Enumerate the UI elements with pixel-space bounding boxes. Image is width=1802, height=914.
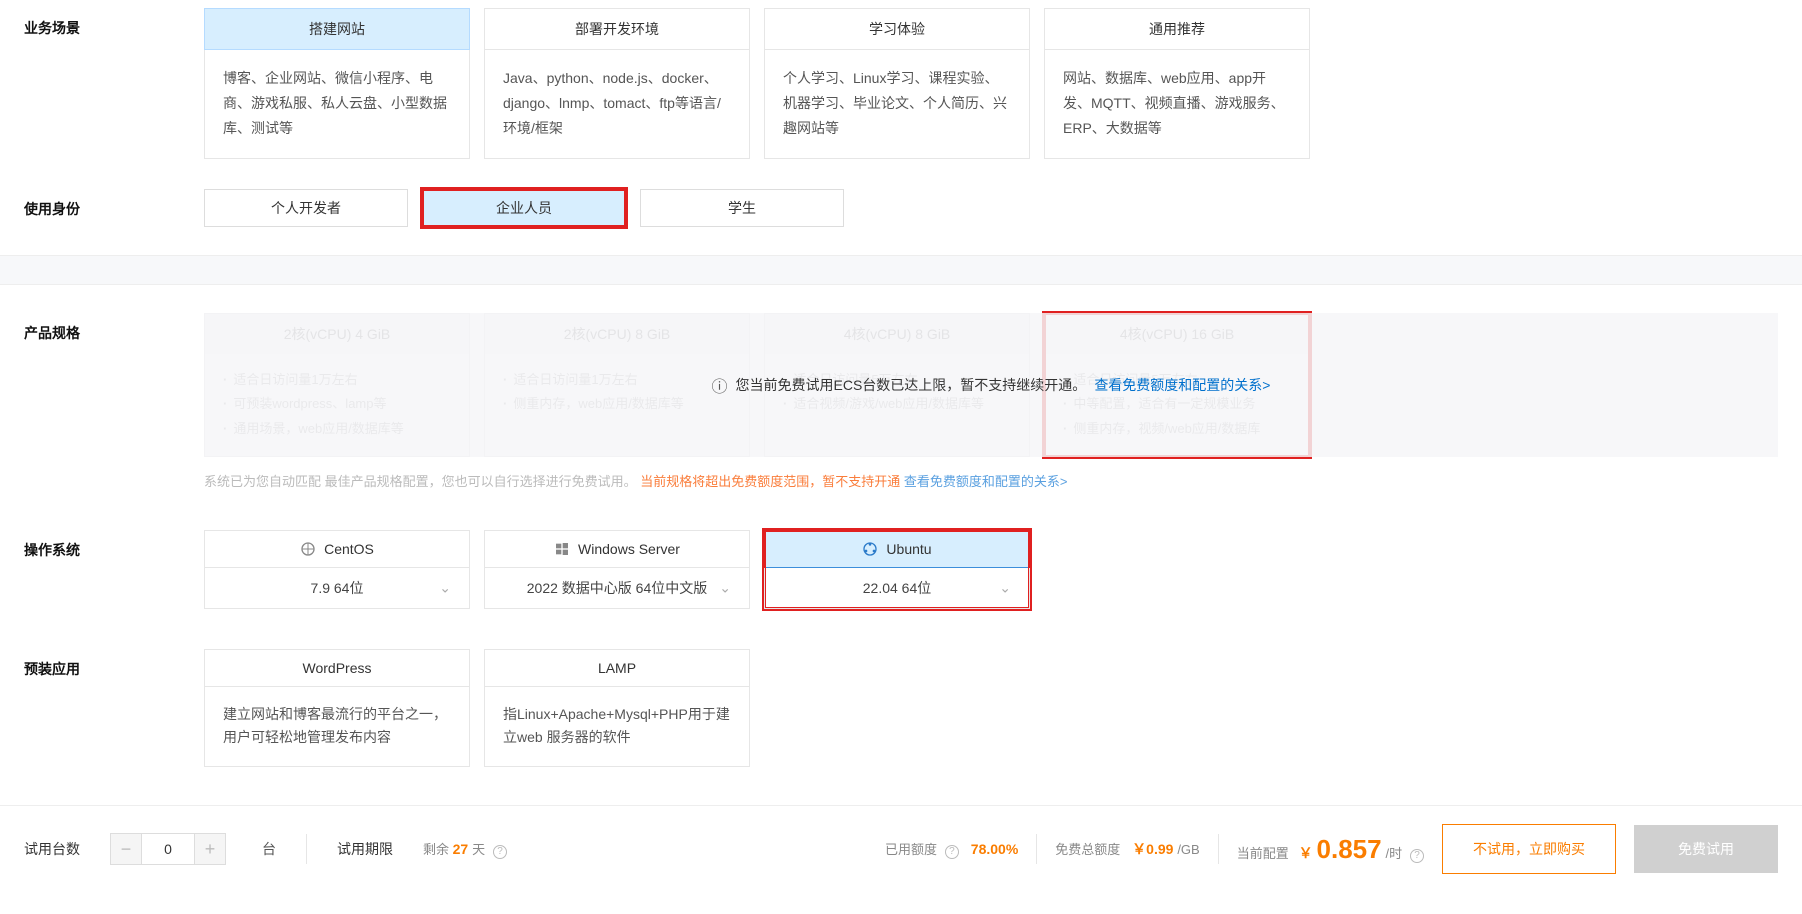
scenario-general-title: 通用推荐 <box>1044 8 1310 50</box>
trial-count-label: 试用台数 <box>24 839 80 859</box>
chevron-down-icon: ⌄ <box>719 579 731 596</box>
windows-icon <box>554 541 570 557</box>
footer-bar: 试用台数 − 0 + 台 试用期限 剩余 27 天 ? 已用额度 ? 78.00… <box>0 805 1802 914</box>
price-unit: /时 <box>1385 846 1402 861</box>
remain-days: 27 <box>453 841 469 857</box>
scenario-dev-title: 部署开发环境 <box>484 8 750 50</box>
os-windows[interactable]: Windows Server 2022 数据中心版 64位中文版 ⌄ <box>484 530 750 609</box>
app-wordpress-desc: 建立网站和博客最流行的平台之一，用户可轻松地管理发布内容 <box>204 687 470 768</box>
os-windows-version: 2022 数据中心版 64位中文版 <box>527 580 708 596</box>
used-label: 已用额度 <box>885 842 937 857</box>
section-divider <box>0 255 1802 285</box>
app-lamp-name: LAMP <box>484 649 750 687</box>
trial-count-stepper[interactable]: − 0 + <box>110 833 226 865</box>
os-ubuntu[interactable]: Ubuntu 22.04 64位 ⌄ <box>764 530 1030 609</box>
scenario-dev-desc: Java、python、node.js、docker、django、lnmp、t… <box>484 50 750 159</box>
stepper-minus[interactable]: − <box>110 833 142 865</box>
os-ubuntu-version: 22.04 64位 <box>863 580 932 596</box>
chevron-down-icon: ⌄ <box>439 579 451 596</box>
stepper-value: 0 <box>142 833 194 865</box>
spec-hint-link[interactable]: 查看免费额度和配置的关系> <box>904 474 1068 489</box>
overlay-link[interactable]: 查看免费额度和配置的关系> <box>1094 375 1270 395</box>
scenario-site-title: 搭建网站 <box>204 8 470 50</box>
help-icon[interactable]: ? <box>1410 849 1424 863</box>
centos-icon <box>300 541 316 557</box>
current-label: 当前配置 <box>1237 846 1289 861</box>
os-centos-version-select[interactable]: 7.9 64位 ⌄ <box>204 568 470 609</box>
scenario-general[interactable]: 通用推荐 网站、数据库、web应用、app开发、MQTT、视频直播、游戏服务、E… <box>1044 8 1310 159</box>
ubuntu-icon <box>862 541 878 557</box>
v-divider <box>306 834 307 864</box>
spec-hint-warn: 当前规格将超出免费额度范围，暂不支持开通 <box>640 474 904 489</box>
chevron-down-icon: ⌄ <box>999 579 1011 596</box>
scenario-learn-title: 学习体验 <box>764 8 1030 50</box>
identity-student[interactable]: 学生 <box>640 189 844 227</box>
yen-sign: ￥ <box>1299 845 1313 861</box>
os-windows-version-select[interactable]: 2022 数据中心版 64位中文版 ⌄ <box>484 568 750 609</box>
identity-personal[interactable]: 个人开发者 <box>204 189 408 227</box>
v-divider <box>1036 834 1037 864</box>
remain-pre: 剩余 <box>423 842 453 857</box>
free-trial-button[interactable]: 免费试用 <box>1634 825 1778 873</box>
spec-hint: 系统已为您自动匹配 最佳产品规格配置，您也可以自行选择进行免费试用。 当前规格将… <box>204 471 1778 490</box>
total-label: 免费总额度 <box>1055 842 1120 857</box>
help-icon[interactable]: ? <box>493 845 507 859</box>
trial-count-unit: 台 <box>262 839 276 859</box>
os-centos[interactable]: CentOS 7.9 64位 ⌄ <box>204 530 470 609</box>
info-icon: ⓘ <box>712 373 728 397</box>
label-os: 操作系统 <box>24 530 204 609</box>
trial-period-label: 试用期限 <box>337 839 393 859</box>
current-price: 0.857 <box>1317 834 1382 864</box>
total-price: ￥0.99 <box>1132 841 1173 857</box>
app-lamp[interactable]: LAMP 指Linux+Apache+Mysql+PHP用于建立web 服务器的… <box>484 649 750 768</box>
scenario-learn-desc: 个人学习、Linux学习、课程实验、机器学习、毕业论文、个人简历、兴趣网站等 <box>764 50 1030 159</box>
scenario-learn[interactable]: 学习体验 个人学习、Linux学习、课程实验、机器学习、毕业论文、个人简历、兴趣… <box>764 8 1030 159</box>
buy-now-button[interactable]: 不试用，立即购买 <box>1442 824 1616 874</box>
app-lamp-desc: 指Linux+Apache+Mysql+PHP用于建立web 服务器的软件 <box>484 687 750 768</box>
spec-disabled-overlay: ⓘ 您当前免费试用ECS台数已达上限，暂不支持继续开通。 查看免费额度和配置的关… <box>204 313 1778 457</box>
app-wordpress[interactable]: WordPress 建立网站和博客最流行的平台之一，用户可轻松地管理发布内容 <box>204 649 470 768</box>
os-windows-name: Windows Server <box>578 541 680 557</box>
scenario-dev[interactable]: 部署开发环境 Java、python、node.js、docker、django… <box>484 8 750 159</box>
label-preinstall: 预装应用 <box>24 649 204 768</box>
stepper-plus[interactable]: + <box>194 833 226 865</box>
spec-hint-a: 系统已为您自动匹配 最佳产品规格配置，您也可以自行选择进行免费试用。 <box>204 474 637 489</box>
identity-enterprise[interactable]: 企业人员 <box>422 189 626 227</box>
scenario-site[interactable]: 搭建网站 博客、企业网站、微信小程序、电商、游戏私服、私人云盘、小型数据库、测试… <box>204 8 470 159</box>
used-percent: 78.00% <box>971 841 1018 857</box>
total-unit: /GB <box>1177 842 1199 857</box>
scenario-site-desc: 博客、企业网站、微信小程序、电商、游戏私服、私人云盘、小型数据库、测试等 <box>204 50 470 159</box>
app-wordpress-name: WordPress <box>204 649 470 687</box>
label-scenario: 业务场景 <box>24 8 204 159</box>
help-icon[interactable]: ? <box>945 845 959 859</box>
scenario-general-desc: 网站、数据库、web应用、app开发、MQTT、视频直播、游戏服务、ERP、大数… <box>1044 50 1310 159</box>
v-divider <box>1218 834 1219 864</box>
os-ubuntu-name: Ubuntu <box>886 541 931 557</box>
overlay-message: 您当前免费试用ECS台数已达上限，暂不支持继续开通。 <box>736 375 1087 395</box>
os-ubuntu-version-select[interactable]: 22.04 64位 ⌄ <box>764 568 1030 609</box>
os-centos-name: CentOS <box>324 541 374 557</box>
label-identity: 使用身份 <box>24 189 204 227</box>
remain-post: 天 <box>472 842 485 857</box>
label-spec: 产品规格 <box>24 313 204 490</box>
os-centos-version: 7.9 64位 <box>311 580 364 596</box>
